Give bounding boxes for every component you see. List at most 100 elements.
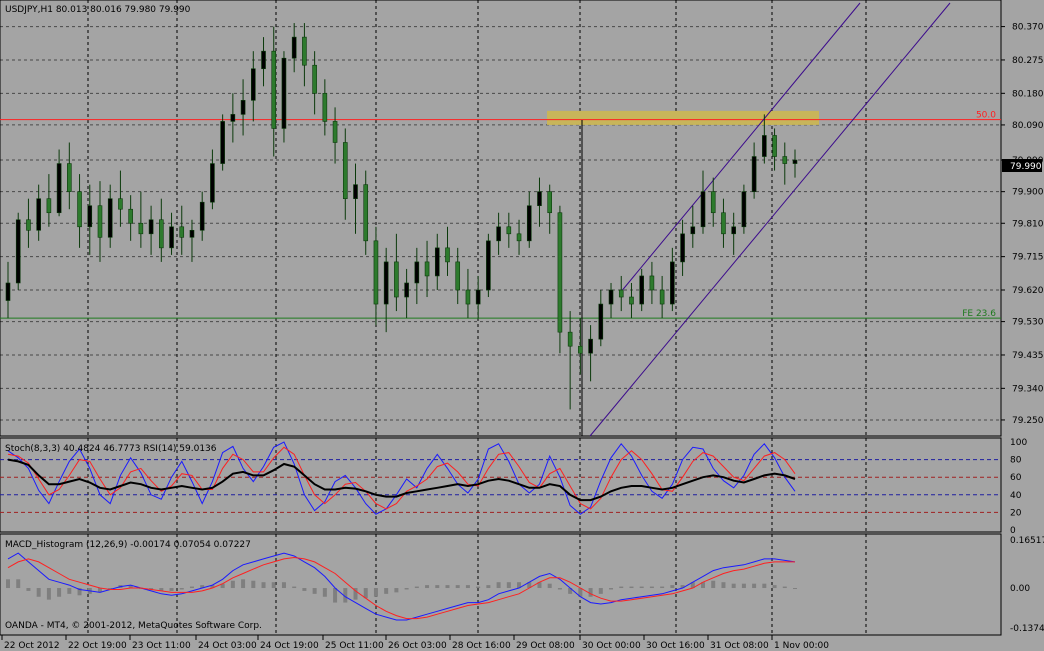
macd-hist-bar xyxy=(793,588,797,590)
candle-bull xyxy=(475,289,481,305)
candle-bear xyxy=(772,135,777,157)
candle-bear xyxy=(659,289,665,305)
candle-bull xyxy=(434,247,440,277)
candle-bull xyxy=(537,191,542,207)
macd-hist-bar xyxy=(312,588,317,594)
macd-hist-bar xyxy=(741,583,746,589)
macd-hist-bar xyxy=(179,588,184,590)
x-tick-label: 29 Oct 08:00 xyxy=(516,641,575,651)
macd-hist-bar xyxy=(762,583,767,589)
candle-bear xyxy=(332,121,338,143)
stoch-tick-label: 60 xyxy=(1010,473,1022,483)
candle-bull xyxy=(588,338,593,354)
macd-hist-bar xyxy=(261,582,266,589)
macd-tick-label: 0.16517 xyxy=(1010,536,1044,546)
macd-hist-bar xyxy=(486,585,491,589)
chart-canvas[interactable]: 50.0 FE 23.6 80.370 80.275 80.180 80.090 79.9… xyxy=(0,0,1044,651)
macd-hist-bar xyxy=(496,582,501,589)
macd-hist-bar xyxy=(36,588,41,597)
candle-bull xyxy=(414,261,420,284)
y-tick-label: 79.620 xyxy=(1012,286,1044,296)
y-tick-label: 79.715 xyxy=(1012,253,1044,263)
candle-bear xyxy=(302,36,307,66)
macd-hist-bar xyxy=(435,585,440,589)
macd-hist-bar xyxy=(609,588,614,590)
candle-bull xyxy=(291,36,297,59)
copyright: OANDA - MT4, © 2001-2012, MetaQuotes Sof… xyxy=(5,621,262,631)
candle-bull xyxy=(281,57,287,129)
stoch-tick-label: 0 xyxy=(1010,526,1016,536)
candle-bear xyxy=(342,142,348,199)
candle-bull xyxy=(639,275,644,305)
main-panel[interactable] xyxy=(0,0,1002,437)
stoch-tick-label: 80 xyxy=(1010,456,1022,466)
y-tick-label: 79.900 xyxy=(1012,188,1044,198)
candle-bull xyxy=(210,163,215,203)
macd-hist-bar xyxy=(271,582,276,589)
candle-bear xyxy=(363,184,369,242)
macd-hist-bar xyxy=(169,588,174,591)
candle-bear xyxy=(567,331,573,347)
stoch-tick-label: 100 xyxy=(1010,438,1027,448)
macd-hist-bar xyxy=(425,585,430,589)
macd-hist-bar xyxy=(782,586,787,589)
macd-hist-bar xyxy=(26,588,31,591)
macd-hist-bar xyxy=(772,585,777,589)
macd-hist-bar xyxy=(639,586,644,589)
candle-bear xyxy=(26,219,31,231)
macd-tick-label: 0.00 xyxy=(1010,584,1030,594)
candle-bear xyxy=(445,247,450,263)
macd-title: MACD_Histogram (12,26,9) -0.00174 0.0705… xyxy=(5,540,251,550)
candle-bear xyxy=(424,261,430,277)
macd-hist-bar xyxy=(292,586,297,589)
macd-hist-bar xyxy=(629,586,634,589)
candle-bear xyxy=(271,50,277,129)
candle-bear xyxy=(322,93,328,122)
macd-hist-bar xyxy=(57,588,62,597)
candle-bear xyxy=(710,191,716,214)
x-tick-label: 30 Oct 16:00 xyxy=(646,641,705,651)
main-title: USDJPY,H1 80.013 80.016 79.980 79.990 xyxy=(5,5,191,15)
candle-bull xyxy=(383,261,389,305)
candle-bear xyxy=(557,212,563,333)
candle-bull xyxy=(690,226,696,235)
candle-bear xyxy=(312,64,317,94)
x-tick-label: 28 Oct 16:00 xyxy=(452,641,511,651)
candle-bear xyxy=(455,261,461,291)
macd-hist-bar xyxy=(752,583,757,589)
x-tick-label: 31 Oct 08:00 xyxy=(710,641,769,651)
candle-bull xyxy=(486,240,491,291)
candle-bear xyxy=(179,226,185,238)
macd-hist-bar xyxy=(394,588,399,593)
x-tick-label: 23 Oct 11:00 xyxy=(132,641,191,651)
candle-bear xyxy=(77,191,82,228)
y-tick-label: 80.370 xyxy=(1012,23,1044,33)
macd-hist-bar xyxy=(598,588,603,594)
macd-hist-bar xyxy=(6,579,10,589)
x-tick-label: 25 Oct 11:00 xyxy=(325,641,384,651)
macd-hist-bar xyxy=(465,585,470,589)
macd-hist-bar xyxy=(189,586,194,589)
macd-hist-bar xyxy=(67,588,72,594)
candle-bear xyxy=(547,191,553,214)
candle-bear xyxy=(629,296,634,305)
macd-hist-bar xyxy=(373,588,378,597)
y-tick-label: 80.180 xyxy=(1012,89,1044,99)
candle-bull xyxy=(496,226,501,242)
x-tick-label: 24 Oct 19:00 xyxy=(260,641,319,651)
macd-hist-bar xyxy=(281,582,286,589)
macd-hist-bar xyxy=(46,588,51,600)
candle-bull xyxy=(762,135,767,157)
x-tick-label: 22 Oct 2012 xyxy=(4,641,60,651)
macd-hist-bar xyxy=(649,586,654,589)
x-tick-label: 30 Oct 00:00 xyxy=(582,641,641,651)
candle-bear xyxy=(138,222,144,235)
candle-bear xyxy=(373,240,379,305)
candle-bear xyxy=(128,208,133,224)
level-label: 50.0 xyxy=(976,111,996,121)
candle-bull xyxy=(261,50,266,70)
price-badge: 79.990 xyxy=(1010,162,1042,172)
y-tick-label: 79.250 xyxy=(1012,416,1044,426)
candle-bull xyxy=(169,226,174,249)
macd-hist-bar xyxy=(455,585,460,589)
